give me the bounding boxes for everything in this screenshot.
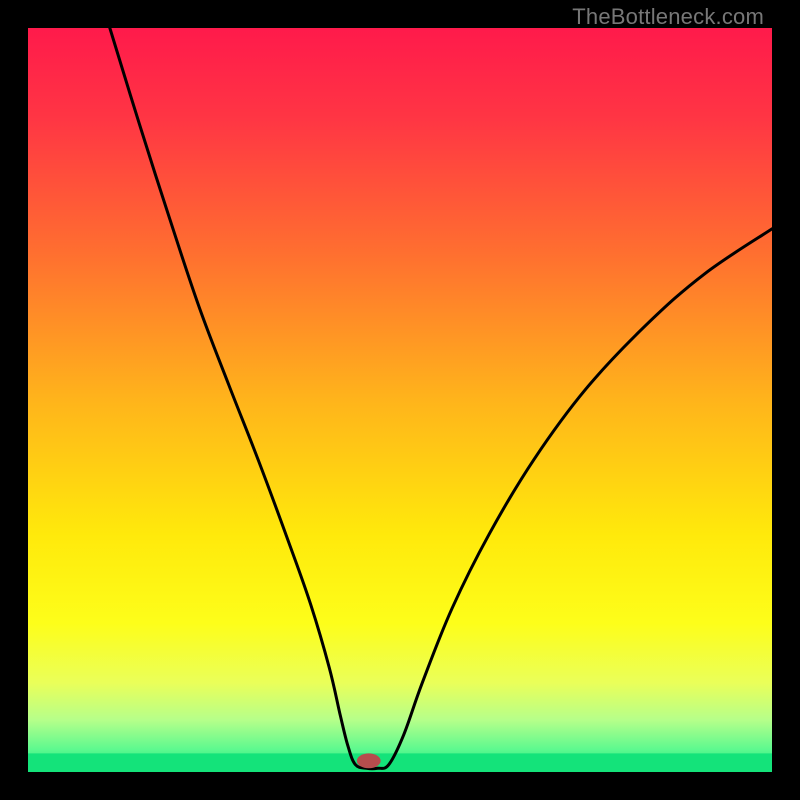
green-bottom-band: [28, 753, 772, 772]
watermark-text: TheBottleneck.com: [572, 4, 764, 30]
bottleneck-curve-chart: [28, 28, 772, 772]
gradient-background: [28, 28, 772, 772]
chart-frame: TheBottleneck.com: [0, 0, 800, 800]
plot-area: [28, 28, 772, 772]
optimum-marker: [357, 753, 381, 768]
